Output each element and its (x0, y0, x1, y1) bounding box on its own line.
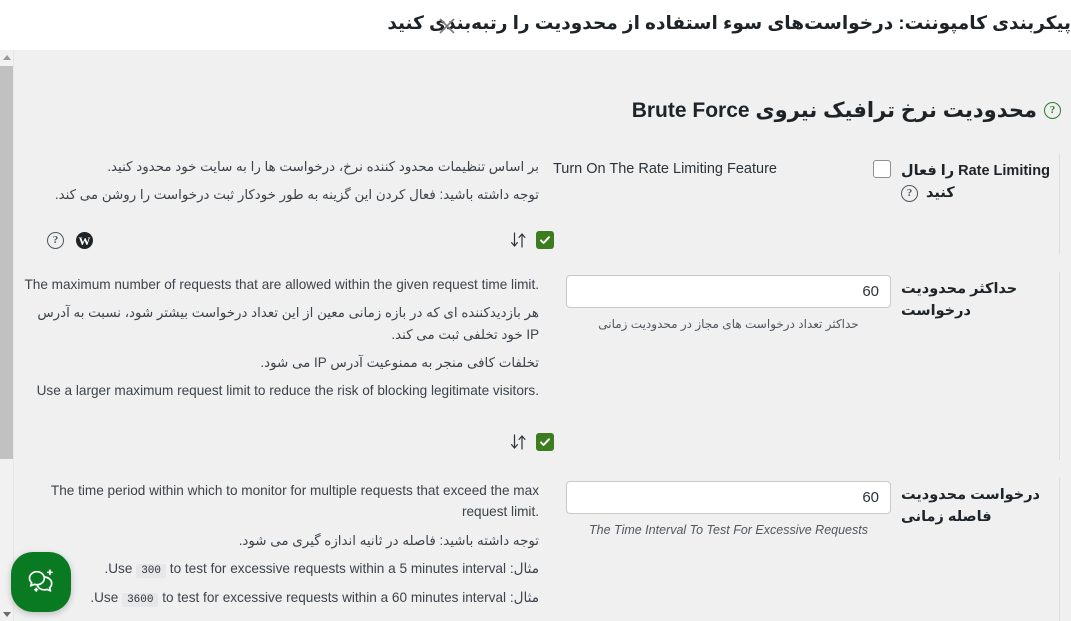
field-label-text: Rate Limiting را فعال کنید (901, 163, 1050, 202)
chat-widget-button[interactable] (11, 552, 71, 612)
description-line: هر بازدیدکننده ای که در بازه زمانی معین … (37, 305, 539, 342)
example-text-before: Use (108, 561, 133, 577)
example-prefix: مثال: (509, 590, 539, 606)
field-control-time-interval: The Time Interval To Test For Excessive … (551, 478, 891, 621)
setting-row-time-interval: درخواست محدودیت فاصله زمانی The Time Int… (22, 478, 1060, 621)
confirm-check-icon[interactable] (536, 231, 554, 249)
description-time-interval: The time period within which to monitor … (22, 478, 551, 621)
scrollbar-thumb[interactable] (0, 66, 13, 459)
row-icons-right (510, 231, 554, 249)
description-line: تخلفات کافی منجر به ممنوعیت آدرس IP می ش… (260, 354, 539, 370)
description-line: The time period within which to monitor … (50, 483, 539, 520)
description-max-request-limit: The maximum number of requests that are … (22, 272, 551, 408)
help-circle-icon[interactable]: ? (1044, 102, 1061, 119)
description-enable-rate-limiting: بر اساس تنظیمات محدود کننده نرخ، درخواست… (22, 154, 551, 212)
scroll-down-arrow[interactable] (0, 607, 14, 621)
modal-title: پیکربندی کامپوننت: درخواست‌های سوء استفا… (387, 12, 1071, 33)
modal-window: پیکربندی کامپوننت: درخواست‌های سوء استفا… (0, 0, 1071, 621)
modal-header: پیکربندی کامپوننت: درخواست‌های سوء استفا… (0, 0, 1071, 50)
field-help-icon[interactable]: ? (901, 185, 918, 203)
field-control-max-request-limit: حداکثر تعداد درخواست های مجاز در محدودیت… (551, 272, 891, 408)
example-line: مثال: Use 3600 to test for excessive req… (24, 587, 539, 609)
description-line: توجه داشته باشید: فعال کردن این گزینه به… (54, 187, 539, 203)
field-hint-time-interval: The Time Interval To Test For Excessive … (589, 523, 868, 537)
field-hint-max-request-limit: حداکثر تعداد درخواست های مجاز در محدودیت… (598, 317, 859, 331)
settings-scroll-area: ? محدودیت نرخ ترافیک نیروی Brute Force R… (0, 50, 1071, 621)
field-label-max-request-limit: حداکثر محدودیت درخواست (901, 281, 1018, 320)
example-code: 3600 (122, 593, 159, 608)
description-line: Use a larger maximum request limit to re… (36, 382, 539, 398)
max-request-limit-input[interactable] (566, 275, 891, 308)
description-line: بر اساس تنظیمات محدود کننده نرخ، درخواست… (107, 159, 539, 174)
wordpress-icon: W (76, 232, 93, 249)
description-line: توجه داشته باشید: فاصله در ثانیه اندازه … (238, 532, 539, 548)
settings-panel: ? محدودیت نرخ ترافیک نیروی Brute Force R… (14, 50, 1071, 621)
confirm-check-icon[interactable] (536, 433, 554, 451)
setting-row-enable-rate-limiting: Rate Limiting را فعال کنید ? Turn On The… (22, 154, 1060, 254)
field-label-time-interval: درخواست محدودیت فاصله زمانی (901, 487, 1040, 526)
checkbox-label: Turn On The Rate Limiting Feature (552, 161, 777, 177)
section-heading: ? محدودیت نرخ ترافیک نیروی Brute Force (632, 98, 1061, 123)
scroll-up-arrow[interactable] (0, 50, 14, 64)
example-text-before: Use (94, 590, 119, 606)
enable-rate-limiting-checkbox[interactable] (873, 160, 891, 178)
description-line: The maximum number of requests that are … (24, 277, 539, 292)
description-footer: Use a smaller interval to reduce the ris… (24, 617, 539, 621)
field-label-enable-rate-limiting: Rate Limiting را فعال کنید ? (891, 154, 1059, 212)
swap-arrows-icon[interactable] (510, 433, 527, 451)
swap-arrows-icon[interactable] (510, 231, 527, 249)
setting-row-max-request-limit: حداکثر محدودیت درخواست حداکثر تعداد درخو… (22, 272, 1060, 460)
vertical-scrollbar[interactable] (0, 50, 14, 621)
time-interval-input[interactable] (566, 481, 891, 514)
field-control-enable-rate-limiting: Turn On The Rate Limiting Feature (551, 154, 891, 212)
help-circle-icon[interactable]: ? (47, 232, 64, 249)
row-icons-right (510, 433, 554, 451)
close-icon[interactable] (438, 17, 456, 35)
example-prefix: مثال: (509, 561, 539, 577)
chat-bubbles-sparkle-icon (28, 569, 53, 592)
example-line: مثال: Use 300 to test for excessive requ… (24, 558, 539, 580)
example-code: 300 (136, 564, 167, 579)
row-icons-left: W ? (47, 232, 93, 249)
section-heading-text: محدودیت نرخ ترافیک نیروی Brute Force (631, 99, 1037, 122)
